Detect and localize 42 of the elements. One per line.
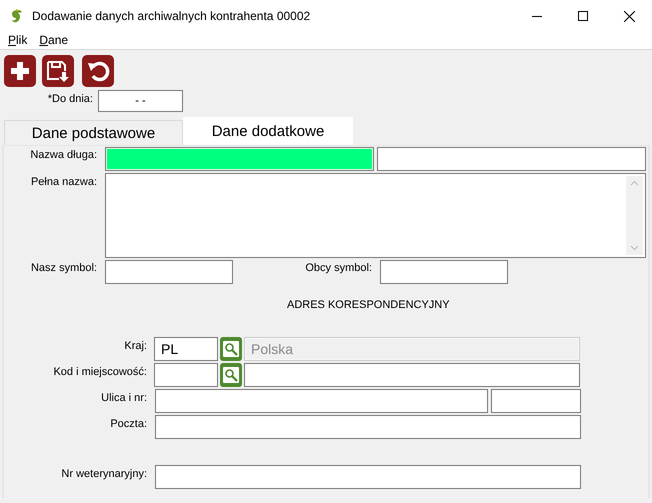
field-label: Obcy symbol:	[305, 262, 372, 274]
field-label: Kod i miejscowość:	[53, 366, 147, 378]
input-field[interactable]	[155, 389, 488, 413]
floppy-disk-icon	[45, 59, 71, 83]
field-label: Poczta:	[110, 418, 147, 430]
tab[interactable]: Dane dodatkowe	[183, 117, 353, 145]
input-field[interactable]: PL	[154, 337, 218, 361]
app-logo-icon	[10, 8, 24, 24]
lookup-button[interactable]	[220, 363, 242, 387]
input-field[interactable]	[155, 415, 581, 439]
field-label: *Do dnia:	[48, 93, 93, 105]
input-field[interactable]	[154, 363, 218, 387]
input-field[interactable]	[244, 363, 580, 387]
search-icon	[222, 340, 240, 358]
field-label: Nasz symbol:	[30, 262, 97, 274]
field-label: Kraj:	[124, 340, 147, 352]
field-label: Pełna nazwa:	[30, 176, 97, 188]
input-field[interactable]	[377, 147, 646, 171]
maximize-icon[interactable]	[578, 11, 588, 21]
lookup-button[interactable]	[220, 337, 242, 361]
toolbar-button[interactable]	[4, 55, 36, 87]
menu-item[interactable]: Plik	[8, 32, 28, 49]
input-field[interactable]	[105, 147, 374, 171]
toolbar-button[interactable]	[82, 55, 114, 87]
menu-item[interactable]: Dane	[39, 32, 68, 49]
input-field[interactable]	[105, 260, 233, 284]
section-heading: ADRES KORESPONDENCYJNY	[287, 299, 450, 311]
field-label: Nr weterynaryjny:	[61, 468, 147, 480]
field-label: Ulica i nr:	[101, 392, 147, 404]
input-field[interactable]	[491, 389, 581, 413]
field-label: Nazwa długa:	[30, 149, 97, 161]
plus-icon	[9, 60, 31, 82]
input-field[interactable]	[155, 465, 581, 489]
undo-icon	[86, 59, 110, 83]
input-field[interactable]	[380, 260, 508, 284]
date-field[interactable]: - -	[98, 90, 183, 112]
text-area[interactable]	[105, 173, 646, 258]
tab[interactable]: Dane podstawowe	[4, 120, 183, 145]
close-icon[interactable]	[624, 10, 634, 22]
toolbar-button[interactable]	[42, 55, 74, 87]
window-title: Dodawanie danych archiwalnych kontrahenta 00002	[32, 9, 312, 23]
search-icon	[222, 366, 240, 384]
